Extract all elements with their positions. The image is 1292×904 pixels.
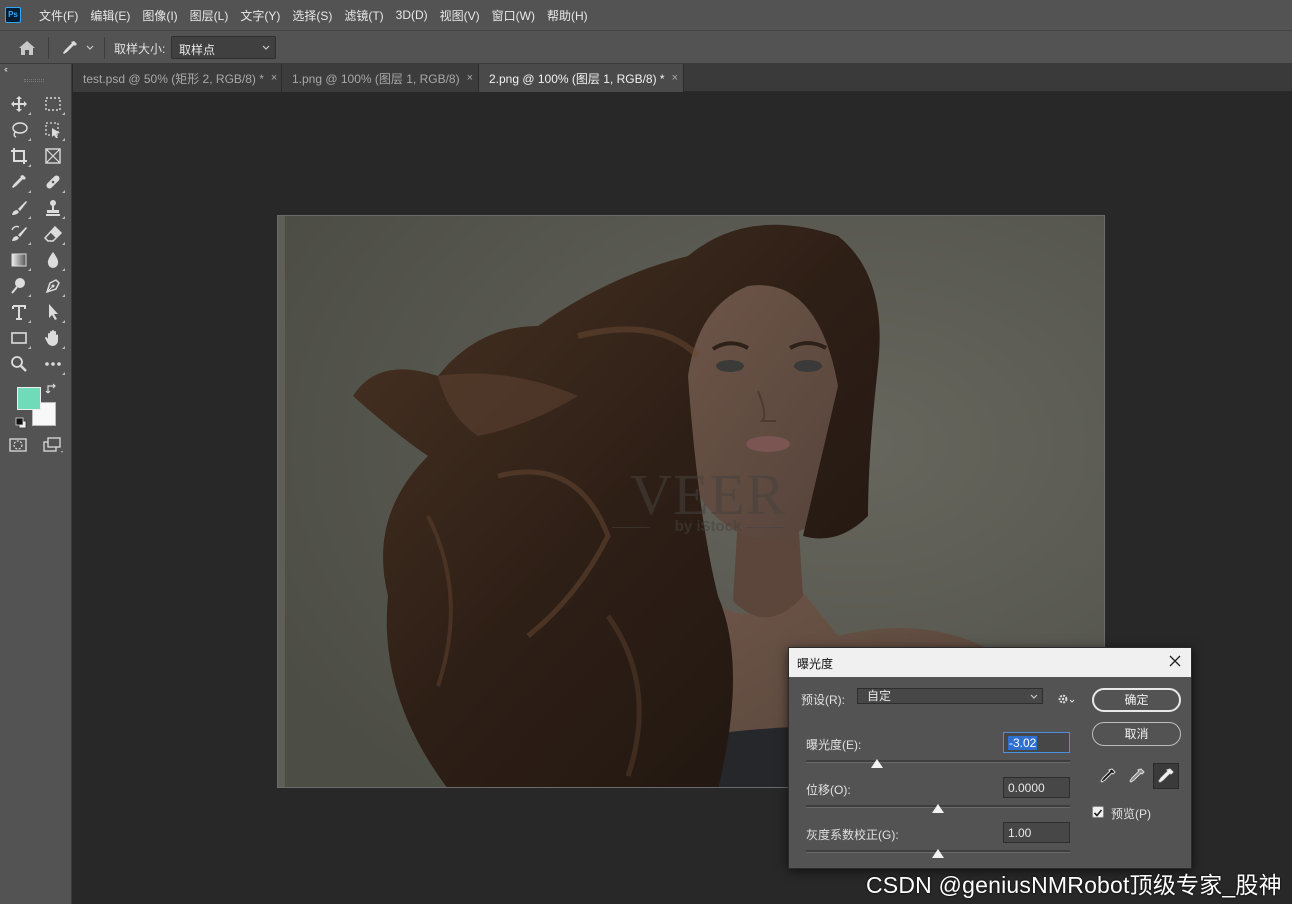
menu-file[interactable]: 文件(F) [33, 7, 84, 24]
tab-label: 1.png @ 100% (图层 1, RGB/8) [292, 71, 460, 86]
offset-slider-thumb[interactable] [932, 804, 944, 813]
gradient-tool-icon[interactable] [7, 249, 31, 271]
menu-select[interactable]: 选择(S) [286, 7, 338, 24]
exposure-input[interactable]: -3.02 [1003, 732, 1070, 753]
options-separator [48, 37, 49, 59]
dodge-tool-icon[interactable] [7, 275, 31, 297]
more-tools-icon[interactable] [41, 353, 65, 375]
lasso-tool-icon[interactable] [7, 119, 31, 141]
tab-2-png[interactable]: 2.png @ 100% (图层 1, RGB/8) * × [479, 64, 684, 92]
white-point-eyedropper-icon[interactable] [1153, 763, 1179, 789]
offset-input[interactable]: 0.0000 [1003, 777, 1070, 798]
gamma-slider[interactable] [806, 849, 1070, 858]
home-icon[interactable] [16, 38, 38, 58]
close-icon[interactable]: × [672, 72, 678, 84]
toolbox-grip[interactable] [24, 79, 44, 82]
screen-mode-icon[interactable] [42, 436, 64, 457]
exposure-dialog: 曝光度 预设(R): 自定 确定 取消 曝光度(E): -3.02 位移(O):… [788, 647, 1192, 869]
menu-layer[interactable]: 图层(L) [184, 7, 235, 24]
history-brush-tool-icon[interactable] [7, 223, 31, 245]
photoshop-logo: Ps [5, 7, 21, 23]
marquee-tool-icon[interactable] [41, 93, 65, 115]
gray-point-eyedropper-icon[interactable] [1124, 763, 1150, 789]
exposure-slider-thumb[interactable] [871, 759, 884, 768]
close-icon[interactable] [1167, 653, 1183, 669]
close-icon[interactable]: × [271, 72, 277, 84]
tab-label: 2.png @ 100% (图层 1, RGB/8) * [489, 71, 665, 86]
toolbox: ‹‹ [0, 64, 72, 904]
black-point-eyedropper-icon[interactable] [1095, 763, 1121, 789]
chevron-down-icon [262, 42, 270, 56]
healing-brush-tool-icon[interactable] [41, 171, 65, 193]
csdn-watermark: CSDN @geniusNMRobot顶级专家_股神 [866, 872, 1282, 898]
path-selection-tool-icon[interactable] [41, 301, 65, 323]
exposure-value: -3.02 [1008, 736, 1038, 750]
quick-mask-icon[interactable] [8, 436, 30, 457]
type-tool-icon[interactable] [7, 301, 31, 323]
preset-label: 预设(R): [801, 693, 845, 707]
menu-filter[interactable]: 滤镜(T) [338, 7, 389, 24]
menu-edit[interactable]: 编辑(E) [84, 7, 136, 24]
brush-tool-icon[interactable] [7, 197, 31, 219]
clone-stamp-tool-icon[interactable] [41, 197, 65, 219]
exposure-label: 曝光度(E): [806, 738, 862, 752]
gamma-input[interactable]: 1.00 [1003, 822, 1070, 843]
preview-label: 预览(P) [1111, 807, 1151, 821]
rectangle-tool-icon[interactable] [7, 327, 31, 349]
menu-type[interactable]: 文字(Y) [234, 7, 286, 24]
offset-label: 位移(O): [806, 783, 851, 797]
tab-1-png[interactable]: 1.png @ 100% (图层 1, RGB/8) × [282, 64, 479, 92]
exposure-slider[interactable] [806, 759, 1070, 768]
tool-preset-picker[interactable] [58, 38, 98, 58]
menu-view[interactable]: 视图(V) [434, 7, 486, 24]
preset-value: 自定 [867, 689, 892, 703]
default-colors-icon[interactable] [14, 416, 28, 433]
dialog-title: 曝光度 [797, 657, 834, 671]
preset-select[interactable]: 自定 [857, 688, 1043, 704]
object-selection-tool-icon[interactable] [41, 119, 65, 141]
dialog-titlebar[interactable]: 曝光度 [789, 648, 1191, 677]
swap-colors-icon[interactable] [45, 382, 59, 399]
hand-tool-icon[interactable] [41, 327, 65, 349]
foreground-color-swatch[interactable] [17, 387, 41, 410]
pen-tool-icon[interactable] [41, 275, 65, 297]
zoom-tool-icon[interactable] [7, 353, 31, 375]
eyedropper-tool-icon[interactable] [7, 171, 31, 193]
tab-test-psd[interactable]: test.psd @ 50% (矩形 2, RGB/8) * × [73, 64, 282, 92]
gamma-label: 灰度系数校正(G): [806, 828, 899, 842]
blur-tool-icon[interactable] [41, 249, 65, 271]
frame-tool-icon[interactable] [41, 145, 65, 167]
gear-icon[interactable] [1057, 692, 1075, 709]
menu-help[interactable]: 帮助(H) [541, 7, 594, 24]
offset-slider[interactable] [806, 804, 1070, 813]
preview-checkbox[interactable] [1092, 806, 1104, 818]
sample-size-value: 取样点 [179, 43, 216, 57]
move-tool-icon[interactable] [7, 93, 31, 115]
menu-image[interactable]: 图像(I) [136, 7, 183, 24]
cancel-button[interactable]: 取消 [1092, 722, 1181, 746]
document-tabs: test.psd @ 50% (矩形 2, RGB/8) * × 1.png @… [73, 64, 1292, 92]
sample-size-select[interactable]: 取样点 [171, 36, 276, 59]
menu-window[interactable]: 窗口(W) [486, 7, 541, 24]
collapse-toolbox-icon[interactable]: ‹‹ [4, 64, 8, 74]
menu-bar: Ps 文件(F) 编辑(E) 图像(I) 图层(L) 文字(Y) 选择(S) 滤… [0, 0, 1292, 30]
watermark-rule [746, 527, 784, 528]
crop-tool-icon[interactable] [7, 145, 31, 167]
sample-size-label: 取样大小: [114, 42, 166, 56]
ok-button[interactable]: 确定 [1092, 688, 1181, 712]
options-separator [104, 37, 105, 59]
eraser-tool-icon[interactable] [41, 223, 65, 245]
eyedropper-icon [60, 38, 80, 61]
close-icon[interactable]: × [467, 72, 473, 84]
chevron-down-icon [1030, 691, 1038, 705]
menu-3d[interactable]: 3D(D) [390, 8, 434, 22]
tab-label: test.psd @ 50% (矩形 2, RGB/8) * [83, 71, 264, 86]
gamma-slider-thumb[interactable] [932, 849, 944, 858]
chevron-down-icon [86, 42, 94, 56]
options-bar: 取样大小: 取样点 [0, 30, 1292, 64]
